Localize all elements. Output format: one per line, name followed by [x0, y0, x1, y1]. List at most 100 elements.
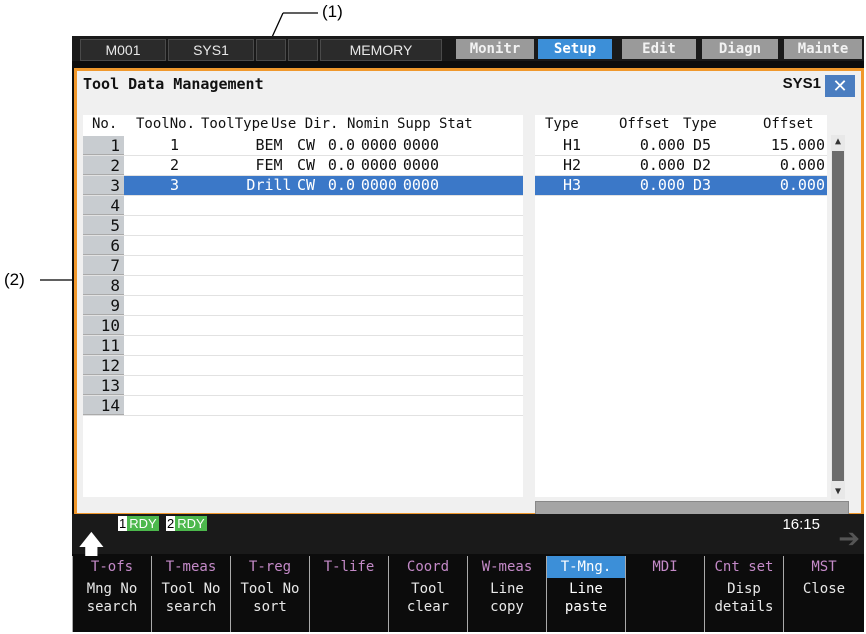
scroll-up-icon[interactable]: ▲ [831, 135, 845, 149]
cell-t2: D2 [692, 156, 712, 174]
scroll-down-icon[interactable]: ▼ [831, 485, 845, 499]
cell-t2: D5 [692, 136, 712, 154]
menu-key[interactable]: W-meas Line copy [467, 556, 546, 632]
menu-keys: T-ofs Mng No search T-meas Tool No search T-… [72, 556, 864, 632]
tool-row[interactable]: 12 [83, 356, 523, 376]
vertical-scrollbar[interactable]: ▲ ▼ [831, 135, 845, 499]
col-header-supp: Supp [397, 116, 431, 132]
menu-key-top-label: Cnt set [714, 559, 774, 575]
menu-key[interactable]: MST Close [783, 556, 864, 632]
row-number: 2 [83, 156, 124, 175]
cell-nomin: 0.0 [327, 176, 355, 194]
status-blank-1 [256, 39, 286, 61]
menu-key-bottom-label: Tool No search [161, 581, 221, 615]
menu-key-bottom-label: Line copy [490, 581, 524, 615]
cell-o2: 0.000 [779, 176, 825, 194]
forward-arrow-icon[interactable]: ➔ [838, 524, 860, 554]
ready-2-number: 2 [166, 516, 176, 531]
tool-row[interactable]: 10 [83, 316, 523, 336]
row-number: 5 [83, 216, 124, 235]
tool-row[interactable]: 5 [83, 216, 523, 236]
cell-stat: 0000 [402, 156, 439, 174]
row-number: 3 [83, 176, 124, 195]
menu-key-bottom-label: Disp details [714, 581, 774, 615]
row-number: 8 [83, 276, 124, 295]
menu-key-bottom-label: Tool No sort [240, 581, 300, 615]
offset-table: Type Offset Type Offset H1 0.000 D5 15.000 H… [535, 115, 827, 497]
callout-2: (2) [4, 270, 25, 289]
menu-key[interactable]: T-life [309, 556, 388, 632]
menu-key[interactable]: T-meas Tool No search [151, 556, 230, 632]
col-header-offset-2: Offset [763, 116, 814, 132]
cell-toolno: 2 [169, 156, 179, 174]
tab-diagn[interactable]: Diagn [702, 39, 778, 59]
status-blank-2 [288, 39, 318, 61]
ready-status-2: 2 RDY [166, 516, 207, 532]
menu-key-top-label: T-life [323, 559, 375, 575]
menu-key-top-label: T-reg [248, 559, 292, 575]
offset-row[interactable]: H2 0.000 D2 0.000 [535, 156, 827, 176]
menu-key[interactable]: T-reg Tool No sort [230, 556, 309, 632]
clock: 16:15 [782, 516, 820, 533]
menu-key[interactable]: MDI [625, 556, 704, 632]
row-number: 7 [83, 256, 124, 275]
row-number: 4 [83, 196, 124, 215]
offset-row[interactable]: H1 0.000 D5 15.000 [535, 136, 827, 156]
row-number: 9 [83, 296, 124, 315]
col-header-nomin: Nomin [347, 116, 390, 132]
tool-row[interactable]: 1 1 BEM CW 0.0 0000 0000 [83, 136, 523, 156]
bottom-status-bar: 🡅 1 RDY 2 RDY 16:15 ➔ [72, 514, 864, 560]
menu-key-bottom-label: Mng No search [86, 581, 138, 615]
menu-key[interactable]: T-ofs Mng No search [72, 556, 151, 632]
row-number: 10 [83, 316, 124, 335]
scroll-thumb[interactable] [832, 151, 844, 481]
menu-key[interactable]: Coord Tool clear [388, 556, 467, 632]
cell-o1: 0.000 [639, 136, 685, 154]
tab-setup[interactable]: Setup [538, 39, 612, 59]
row-number: 14 [83, 396, 124, 415]
menu-key[interactable]: T-Mng. Line paste [546, 556, 625, 632]
row-number: 6 [83, 236, 124, 255]
offset-row[interactable]: H3 0.000 D3 0.000 [535, 176, 827, 196]
memory-mode: MEMORY [320, 39, 442, 61]
cell-nomin: 0.0 [327, 136, 355, 154]
tool-row[interactable]: 13 [83, 376, 523, 396]
cell-supp: 0000 [360, 136, 397, 154]
window-title: Tool Data Management [83, 75, 264, 93]
menu-key[interactable]: Cnt set Disp details [704, 556, 783, 632]
cell-o1: 0.000 [639, 156, 685, 174]
cell-nomin: 0.0 [327, 156, 355, 174]
col-header-stat: Stat [439, 116, 473, 132]
tool-row[interactable]: 9 [83, 296, 523, 316]
tool-row[interactable]: 8 [83, 276, 523, 296]
tool-row[interactable]: 3 3 Drill CW 0.0 0000 0000 [83, 176, 523, 196]
ready-2-label: RDY [175, 516, 207, 531]
menu-key-top-label: MST [811, 559, 837, 575]
menu-key-top-label: W-meas [481, 559, 533, 575]
row-number: 12 [83, 356, 124, 375]
menu-key-top-label: MDI [652, 559, 678, 575]
close-icon[interactable]: ✕ [825, 75, 855, 97]
tab-edit[interactable]: Edit [622, 39, 696, 59]
col-header-offset-1: Offset [619, 116, 670, 132]
col-header-no: No. [92, 116, 118, 132]
tool-row[interactable]: 14 [83, 396, 523, 416]
menu-key-top-label: T-Mng. [547, 556, 625, 578]
menu-key-bottom-label: Close [802, 581, 846, 597]
col-header-type-2: Type [683, 116, 717, 132]
tool-row[interactable]: 2 2 FEM CW 0.0 0000 0000 [83, 156, 523, 176]
tab-monitr[interactable]: Monitr [456, 39, 534, 59]
top-status-bar: M001 SYS1 MEMORY Monitr Setup Edit Diagn… [72, 36, 864, 61]
menu-key-bottom-label [626, 578, 704, 634]
cell-toolno: 1 [169, 136, 179, 154]
cell-supp: 0000 [360, 176, 397, 194]
ready-1-label: RDY [127, 516, 159, 531]
col-header-tooltype: ToolType [201, 116, 269, 132]
cell-toolno: 3 [169, 176, 179, 194]
tool-row[interactable]: 7 [83, 256, 523, 276]
tool-row[interactable]: 11 [83, 336, 523, 356]
tool-row[interactable]: 6 [83, 236, 523, 256]
ready-status-1: 1 RDY [118, 516, 159, 532]
tab-mainte[interactable]: Mainte [784, 39, 862, 59]
tool-row[interactable]: 4 [83, 196, 523, 216]
